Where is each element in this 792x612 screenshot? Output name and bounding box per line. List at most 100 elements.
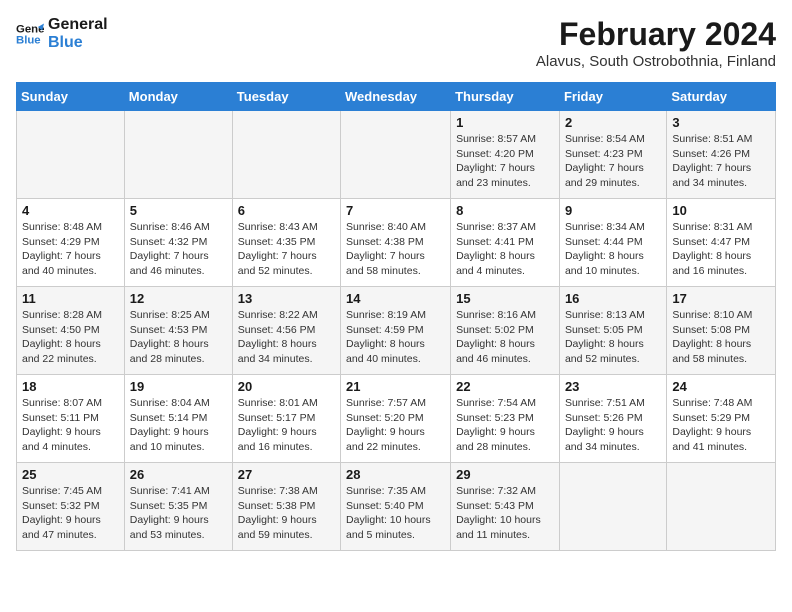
calendar-cell: 14 Sunrise: 8:19 AMSunset: 4:59 PMDayligh… [341, 287, 451, 375]
day-number: 5 [130, 203, 227, 218]
day-number: 9 [565, 203, 661, 218]
calendar-week-3: 11 Sunrise: 8:28 AMSunset: 4:50 PMDayligh… [17, 287, 776, 375]
day-info: Sunrise: 8:10 AMSunset: 5:08 PMDaylight:… [672, 308, 770, 367]
day-header-wednesday: Wednesday [341, 83, 451, 111]
day-header-friday: Friday [559, 83, 666, 111]
day-number: 27 [238, 467, 335, 482]
calendar-week-4: 18 Sunrise: 8:07 AMSunset: 5:11 PMDayligh… [17, 375, 776, 463]
day-info: Sunrise: 8:07 AMSunset: 5:11 PMDaylight:… [22, 396, 119, 455]
day-info: Sunrise: 8:16 AMSunset: 5:02 PMDaylight:… [456, 308, 554, 367]
calendar-body: 1Sunrise: 8:57 AMSunset: 4:20 PMDaylight… [17, 111, 776, 551]
calendar-cell: 6Sunrise: 8:43 AMSunset: 4:35 PMDaylight… [232, 199, 340, 287]
calendar-cell: 27 Sunrise: 7:38 AMSunset: 5:38 PMDayligh… [232, 463, 340, 551]
day-number: 12 [130, 291, 227, 306]
calendar-cell: 28 Sunrise: 7:35 AMSunset: 5:40 PMDayligh… [341, 463, 451, 551]
calendar-cell: 9 Sunrise: 8:34 AMSunset: 4:44 PMDaylight… [559, 199, 666, 287]
day-number: 7 [346, 203, 445, 218]
calendar-cell: 25 Sunrise: 7:45 AMSunset: 5:32 PMDayligh… [17, 463, 125, 551]
calendar-cell: 12Sunrise: 8:25 AMSunset: 4:53 PMDayligh… [124, 287, 232, 375]
calendar-cell [232, 111, 340, 199]
calendar-header-row: SundayMondayTuesdayWednesdayThursdayFrid… [17, 83, 776, 111]
month-year-title: February 2024 [536, 16, 776, 53]
calendar-cell: 23 Sunrise: 7:51 AMSunset: 5:26 PMDayligh… [559, 375, 666, 463]
day-number: 18 [22, 379, 119, 394]
day-info: Sunrise: 8:37 AMSunset: 4:41 PMDaylight:… [456, 220, 554, 279]
logo: General Blue General Blue [16, 16, 108, 51]
calendar-cell: 8 Sunrise: 8:37 AMSunset: 4:41 PMDaylight… [451, 199, 560, 287]
logo-icon: General Blue [16, 20, 44, 48]
calendar-cell [667, 463, 776, 551]
day-number: 8 [456, 203, 554, 218]
day-number: 28 [346, 467, 445, 482]
calendar-cell: 24Sunrise: 7:48 AMSunset: 5:29 PMDayligh… [667, 375, 776, 463]
calendar-cell: 22Sunrise: 7:54 AMSunset: 5:23 PMDayligh… [451, 375, 560, 463]
day-info: Sunrise: 7:48 AMSunset: 5:29 PMDaylight:… [672, 396, 770, 455]
calendar-cell [124, 111, 232, 199]
day-info: Sunrise: 8:31 AMSunset: 4:47 PMDaylight:… [672, 220, 770, 279]
calendar-cell: 17 Sunrise: 8:10 AMSunset: 5:08 PMDayligh… [667, 287, 776, 375]
calendar-cell: 19Sunrise: 8:04 AMSunset: 5:14 PMDayligh… [124, 375, 232, 463]
calendar-cell: 29Sunrise: 7:32 AMSunset: 5:43 PMDayligh… [451, 463, 560, 551]
calendar-cell: 10 Sunrise: 8:31 AMSunset: 4:47 PMDayligh… [667, 199, 776, 287]
calendar-cell: 5 Sunrise: 8:46 AMSunset: 4:32 PMDaylight… [124, 199, 232, 287]
calendar-cell: 11 Sunrise: 8:28 AMSunset: 4:50 PMDayligh… [17, 287, 125, 375]
calendar-cell: 4Sunrise: 8:48 AMSunset: 4:29 PMDaylight… [17, 199, 125, 287]
day-number: 3 [672, 115, 770, 130]
day-number: 11 [22, 291, 119, 306]
day-number: 22 [456, 379, 554, 394]
day-info: Sunrise: 8:22 AMSunset: 4:56 PMDaylight:… [238, 308, 335, 367]
day-info: Sunrise: 8:19 AMSunset: 4:59 PMDaylight:… [346, 308, 445, 367]
calendar-cell: 7 Sunrise: 8:40 AMSunset: 4:38 PMDaylight… [341, 199, 451, 287]
calendar-cell: 15 Sunrise: 8:16 AMSunset: 5:02 PMDayligh… [451, 287, 560, 375]
logo-blue: Blue [48, 34, 108, 52]
day-number: 15 [456, 291, 554, 306]
day-info: Sunrise: 8:34 AMSunset: 4:44 PMDaylight:… [565, 220, 661, 279]
day-info: Sunrise: 8:40 AMSunset: 4:38 PMDaylight:… [346, 220, 445, 279]
day-info: Sunrise: 7:35 AMSunset: 5:40 PMDaylight:… [346, 484, 445, 543]
day-info: Sunrise: 8:57 AMSunset: 4:20 PMDaylight:… [456, 132, 554, 191]
day-info: Sunrise: 8:43 AMSunset: 4:35 PMDaylight:… [238, 220, 335, 279]
day-header-thursday: Thursday [451, 83, 560, 111]
day-number: 21 [346, 379, 445, 394]
calendar-cell: 16 Sunrise: 8:13 AMSunset: 5:05 PMDayligh… [559, 287, 666, 375]
calendar-cell: 18 Sunrise: 8:07 AMSunset: 5:11 PMDayligh… [17, 375, 125, 463]
day-header-sunday: Sunday [17, 83, 125, 111]
day-info: Sunrise: 7:41 AMSunset: 5:35 PMDaylight:… [130, 484, 227, 543]
page-header: General Blue General Blue February 2024 … [16, 16, 776, 70]
calendar-table: SundayMondayTuesdayWednesdayThursdayFrid… [16, 82, 776, 551]
calendar-cell: 21 Sunrise: 7:57 AMSunset: 5:20 PMDayligh… [341, 375, 451, 463]
day-number: 4 [22, 203, 119, 218]
day-info: Sunrise: 8:13 AMSunset: 5:05 PMDaylight:… [565, 308, 661, 367]
day-number: 10 [672, 203, 770, 218]
day-number: 17 [672, 291, 770, 306]
day-info: Sunrise: 8:46 AMSunset: 4:32 PMDaylight:… [130, 220, 227, 279]
day-number: 20 [238, 379, 335, 394]
calendar-week-1: 1Sunrise: 8:57 AMSunset: 4:20 PMDaylight… [17, 111, 776, 199]
day-info: Sunrise: 7:38 AMSunset: 5:38 PMDaylight:… [238, 484, 335, 543]
day-number: 25 [22, 467, 119, 482]
day-info: Sunrise: 8:28 AMSunset: 4:50 PMDaylight:… [22, 308, 119, 367]
day-number: 23 [565, 379, 661, 394]
calendar-cell [559, 463, 666, 551]
calendar-cell: 3Sunrise: 8:51 AMSunset: 4:26 PMDaylight… [667, 111, 776, 199]
calendar-cell [17, 111, 125, 199]
calendar-cell: 20 Sunrise: 8:01 AMSunset: 5:17 PMDayligh… [232, 375, 340, 463]
calendar-cell: 2Sunrise: 8:54 AMSunset: 4:23 PMDaylight… [559, 111, 666, 199]
day-info: Sunrise: 7:57 AMSunset: 5:20 PMDaylight:… [346, 396, 445, 455]
calendar-week-5: 25 Sunrise: 7:45 AMSunset: 5:32 PMDayligh… [17, 463, 776, 551]
calendar-cell: 13 Sunrise: 8:22 AMSunset: 4:56 PMDayligh… [232, 287, 340, 375]
day-number: 29 [456, 467, 554, 482]
location-subtitle: Alavus, South Ostrobothnia, Finland [536, 53, 776, 70]
calendar-cell [341, 111, 451, 199]
day-info: Sunrise: 7:51 AMSunset: 5:26 PMDaylight:… [565, 396, 661, 455]
calendar-cell: 1Sunrise: 8:57 AMSunset: 4:20 PMDaylight… [451, 111, 560, 199]
day-info: Sunrise: 8:01 AMSunset: 5:17 PMDaylight:… [238, 396, 335, 455]
day-number: 19 [130, 379, 227, 394]
day-info: Sunrise: 8:54 AMSunset: 4:23 PMDaylight:… [565, 132, 661, 191]
svg-text:General: General [16, 23, 44, 35]
day-number: 16 [565, 291, 661, 306]
day-number: 13 [238, 291, 335, 306]
day-number: 14 [346, 291, 445, 306]
day-info: Sunrise: 7:45 AMSunset: 5:32 PMDaylight:… [22, 484, 119, 543]
day-number: 26 [130, 467, 227, 482]
